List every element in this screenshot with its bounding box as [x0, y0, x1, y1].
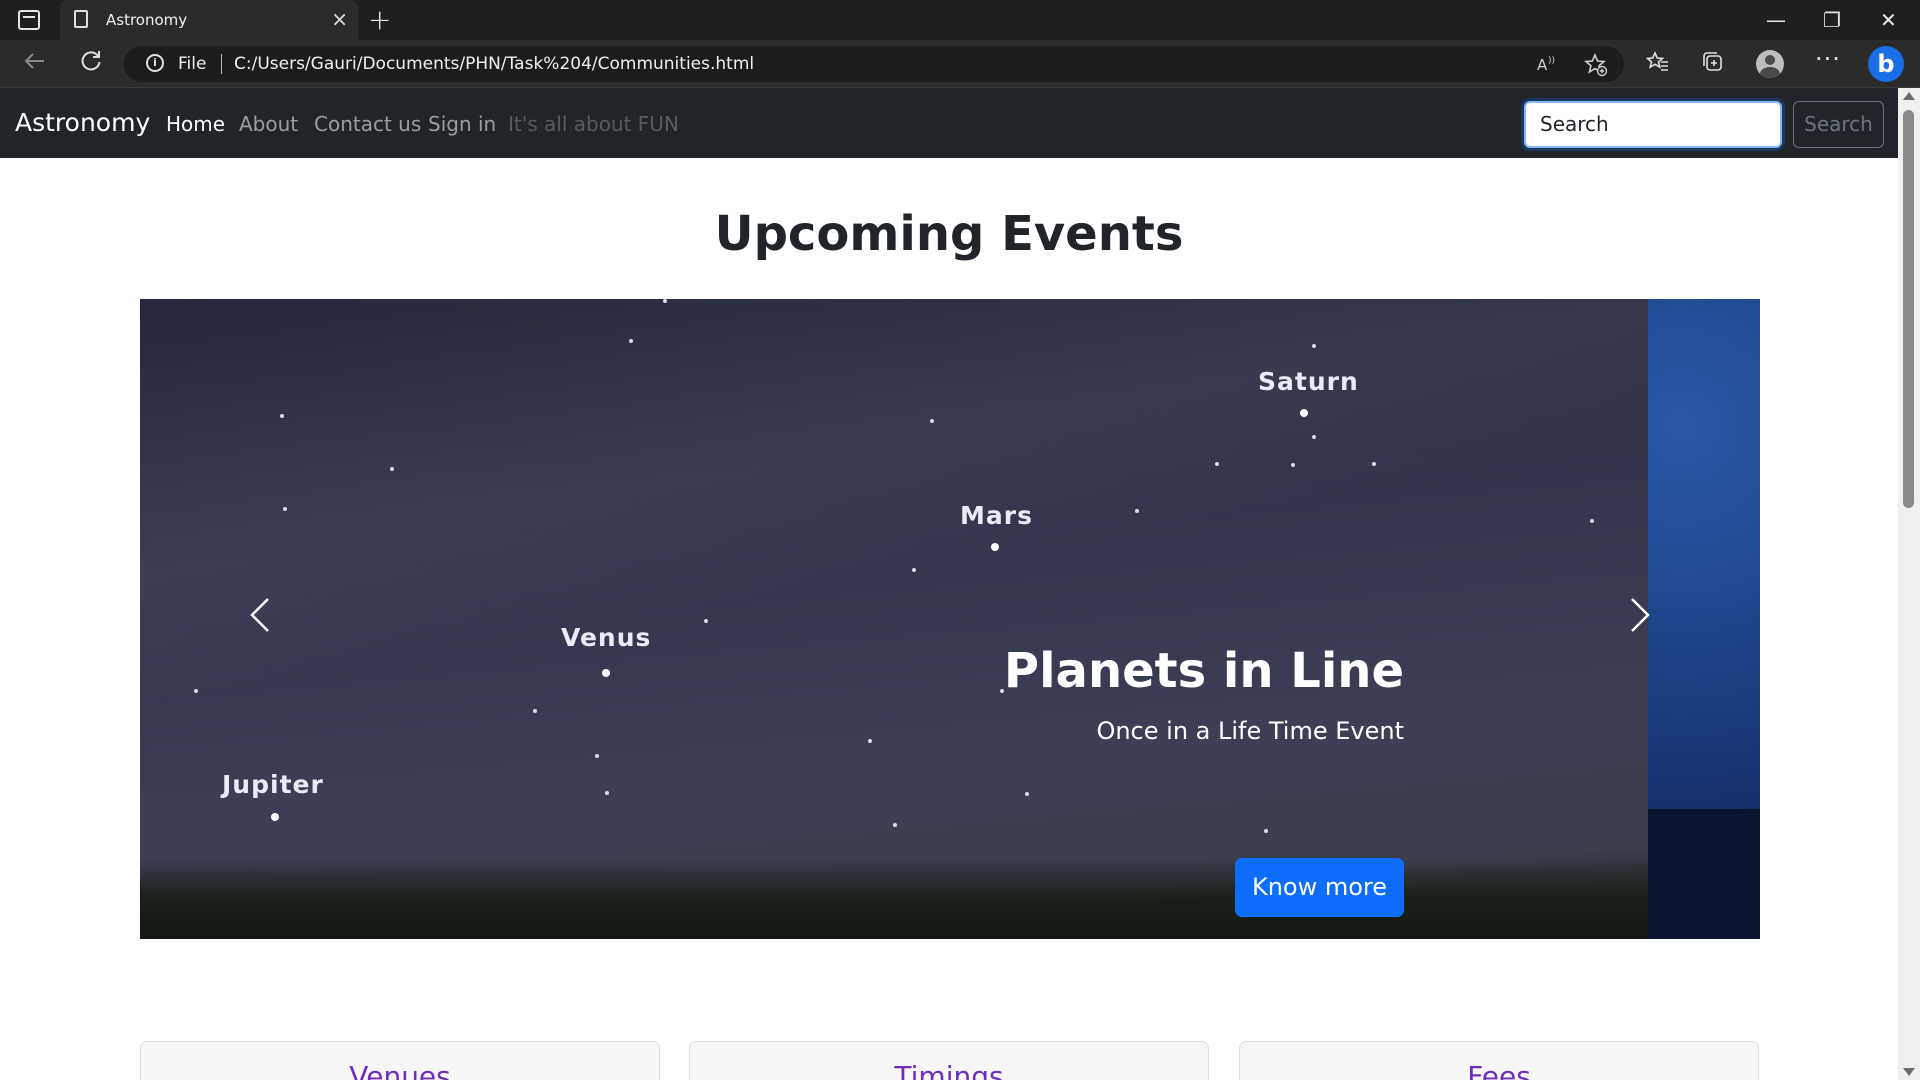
- star: [1312, 435, 1316, 439]
- svg-text:A: A: [1537, 56, 1548, 74]
- close-tab-icon[interactable]: ×: [331, 7, 348, 31]
- page-heading: Upcoming Events: [714, 206, 1184, 262]
- card-venues: Venues: [140, 1041, 660, 1080]
- file-label: File: [178, 54, 207, 74]
- star: [663, 299, 667, 303]
- close-window-button[interactable]: ✕: [1880, 6, 1897, 34]
- star: [930, 419, 934, 423]
- read-aloud-icon[interactable]: A)): [1536, 53, 1558, 80]
- know-more-button[interactable]: Know more: [1235, 858, 1404, 917]
- star: [629, 339, 633, 343]
- star: [194, 689, 198, 693]
- star: [1372, 462, 1376, 466]
- card-title: Venues: [349, 1060, 451, 1080]
- nav-link-sign-in[interactable]: Sign in: [428, 112, 496, 136]
- star: [1590, 519, 1594, 523]
- planet-label-venus: Venus: [561, 623, 652, 652]
- star: [390, 467, 394, 471]
- planet-dot-venus: [602, 669, 610, 677]
- card-fees: Fees: [1239, 1041, 1759, 1080]
- favorites-icon[interactable]: [1645, 50, 1670, 81]
- card-title: Fees: [1467, 1060, 1531, 1080]
- star: [533, 709, 537, 713]
- caption-subtitle: Once in a Life Time Event: [1096, 717, 1404, 745]
- nav-link-home[interactable]: Home: [166, 112, 225, 136]
- tab-title: Astronomy: [106, 11, 188, 29]
- search-button[interactable]: Search: [1793, 101, 1884, 148]
- card-title: Timings: [894, 1060, 1004, 1080]
- brand-logo[interactable]: Astronomy: [15, 108, 150, 137]
- refresh-icon[interactable]: [78, 48, 104, 81]
- restore-button[interactable]: ❐: [1823, 6, 1841, 34]
- next-slide-preview: [1648, 299, 1760, 939]
- info-icon[interactable]: i: [146, 54, 164, 72]
- nav-link-about[interactable]: About: [239, 112, 298, 136]
- site-navbar: Astronomy Home About Contact us Sign in …: [0, 88, 1898, 158]
- profile-icon[interactable]: [1756, 50, 1784, 78]
- star: [1135, 509, 1139, 513]
- hill-silhouette: [1648, 809, 1760, 939]
- carousel-slide-image: Saturn Mars Venus Jupiter: [140, 299, 1648, 939]
- event-carousel: Saturn Mars Venus Jupiter Planets in Lin…: [140, 299, 1760, 939]
- scrollbar-thumb[interactable]: [1903, 110, 1914, 508]
- page-icon: [74, 10, 88, 28]
- new-tab-button[interactable]: +: [368, 4, 391, 36]
- planet-dot-mars: [991, 543, 999, 551]
- planet-dot-jupiter: [271, 813, 279, 821]
- page-viewport: Astronomy Home About Contact us Sign in …: [0, 88, 1898, 1080]
- carousel-next-icon[interactable]: [1628, 595, 1652, 635]
- address-bar[interactable]: i File C:/Users/Gauri/Documents/PHN/Task…: [124, 46, 1624, 82]
- browser-tab[interactable]: Astronomy ×: [60, 0, 358, 40]
- scroll-down-icon[interactable]: [1903, 1068, 1915, 1076]
- planet-label-mars: Mars: [960, 501, 1033, 530]
- bing-icon[interactable]: b: [1868, 46, 1904, 82]
- planet-label-jupiter: Jupiter: [222, 770, 324, 799]
- more-icon[interactable]: ···: [1815, 46, 1841, 72]
- scroll-up-icon[interactable]: [1903, 92, 1915, 100]
- back-icon[interactable]: [22, 48, 48, 81]
- tab-strip: Astronomy × + — ❐ ✕: [0, 0, 1920, 40]
- treeline: [140, 859, 1648, 939]
- star: [912, 568, 916, 572]
- address-toolbar: i File C:/Users/Gauri/Documents/PHN/Task…: [0, 40, 1920, 88]
- star: [1025, 792, 1029, 796]
- url-text[interactable]: C:/Users/Gauri/Documents/PHN/Task%204/Co…: [234, 54, 754, 74]
- tab-actions-icon[interactable]: [18, 10, 40, 30]
- star: [1215, 462, 1219, 466]
- collections-icon[interactable]: [1701, 50, 1725, 81]
- star: [1264, 829, 1268, 833]
- planet-label-saturn: Saturn: [1258, 367, 1359, 396]
- star: [280, 414, 284, 418]
- browser-window: Astronomy × + — ❐ ✕ i File C:/Users/Gaur…: [0, 0, 1920, 1080]
- carousel-prev-icon[interactable]: [248, 595, 272, 635]
- page-scrollbar[interactable]: [1898, 88, 1920, 1080]
- star: [283, 507, 287, 511]
- search-input[interactable]: Search: [1524, 101, 1782, 148]
- svg-text:)): )): [1548, 56, 1555, 66]
- caption-title: Planets in Line: [1003, 643, 1404, 699]
- nav-link-contact[interactable]: Contact us: [314, 112, 421, 136]
- add-favorite-icon[interactable]: [1584, 52, 1608, 82]
- divider: [221, 54, 222, 74]
- minimize-button[interactable]: —: [1766, 6, 1786, 34]
- star: [868, 739, 872, 743]
- star: [893, 823, 897, 827]
- star: [1291, 463, 1295, 467]
- planet-dot-saturn: [1300, 409, 1308, 417]
- nav-link-fun: It's all about FUN: [508, 112, 679, 136]
- star: [595, 754, 599, 758]
- card-timings: Timings: [689, 1041, 1209, 1080]
- star: [1312, 344, 1316, 348]
- star: [704, 619, 708, 623]
- star: [605, 791, 609, 795]
